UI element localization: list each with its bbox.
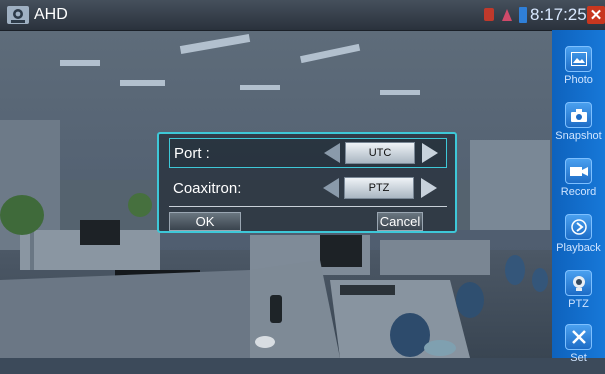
photo-icon: [565, 46, 592, 72]
coaxitron-value: PTZ: [344, 177, 414, 199]
port-next-arrow-icon[interactable]: [420, 141, 440, 165]
port-row: Port : UTC: [169, 138, 447, 168]
coaxitron-next-arrow-icon[interactable]: [419, 176, 439, 200]
sidebar-item-record[interactable]: Record: [552, 158, 605, 208]
sidebar-item-ptz[interactable]: PTZ: [552, 270, 605, 320]
title-bar: AHD 8:17:25 ✕: [0, 0, 605, 31]
coaxitron-row: Coaxitron: PTZ: [169, 174, 447, 204]
app-title: AHD: [34, 6, 68, 23]
port-label: Port :: [174, 145, 210, 162]
ptz-settings-dialog: Port : UTC Coaxitron: PTZ OK Cancel: [157, 132, 457, 233]
sidebar-item-label: Snapshot: [555, 130, 602, 142]
sidebar-item-label: Photo: [564, 74, 593, 86]
right-toolbar: Photo Snapshot Record Playback PTZ Set: [552, 30, 605, 364]
tools-icon: [565, 324, 592, 350]
playback-icon: [565, 214, 592, 240]
camera-icon: [565, 102, 592, 128]
ok-button[interactable]: OK: [169, 212, 241, 231]
coaxitron-label: Coaxitron:: [173, 180, 242, 197]
battery-icon: [519, 7, 527, 23]
close-button[interactable]: ✕: [587, 6, 605, 24]
cancel-button[interactable]: Cancel: [377, 212, 423, 231]
port-prev-arrow-icon[interactable]: [322, 141, 342, 165]
record-icon: [565, 158, 592, 184]
sidebar-item-label: Record: [560, 186, 597, 198]
ptz-camera-icon: [565, 270, 592, 296]
sidebar-item-snapshot[interactable]: Snapshot: [552, 102, 605, 152]
dialog-divider: [169, 206, 447, 207]
sidebar-item-label: Playback: [556, 242, 601, 254]
signal-icon: [502, 9, 512, 21]
status-indicator-icon: [484, 8, 494, 21]
coaxitron-prev-arrow-icon[interactable]: [321, 176, 341, 200]
camera-app-icon: [7, 6, 29, 24]
sidebar-item-photo[interactable]: Photo: [552, 46, 605, 96]
port-value: UTC: [345, 142, 415, 164]
sidebar-item-set[interactable]: Set: [552, 324, 605, 374]
sidebar-item-label: PTZ: [568, 298, 589, 310]
sidebar-item-playback[interactable]: Playback: [552, 214, 605, 264]
sidebar-item-label: Set: [570, 352, 587, 364]
clock: 8:17:25: [530, 5, 587, 24]
